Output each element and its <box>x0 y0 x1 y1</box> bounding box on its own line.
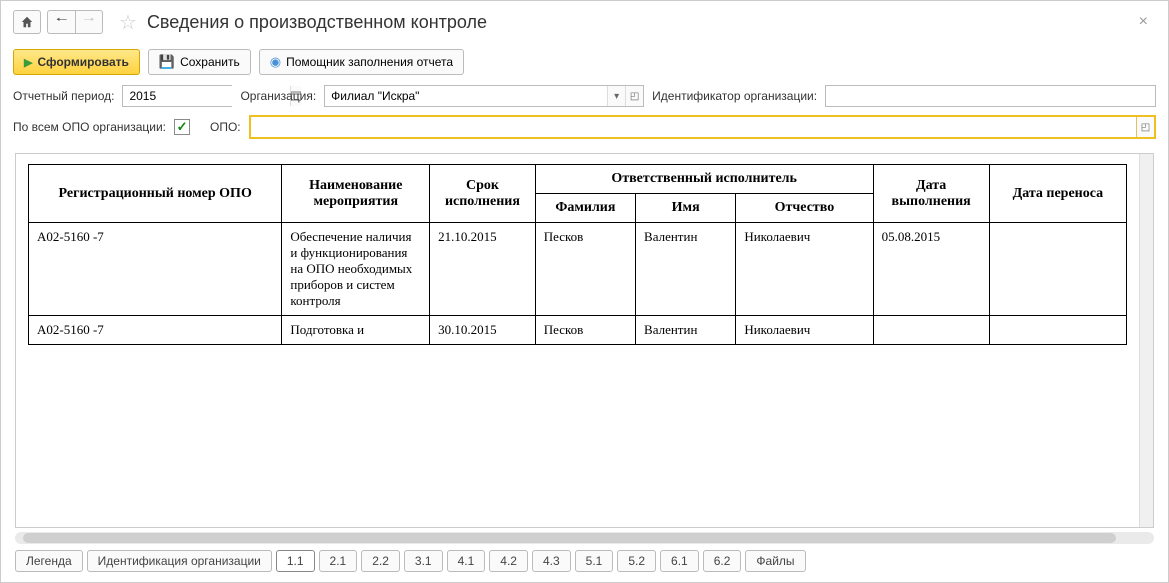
cell-complete_date <box>873 316 989 345</box>
favorite-star-icon[interactable]: ☆ <box>119 10 137 35</box>
tab-6.1[interactable]: 6.1 <box>660 550 699 572</box>
horizontal-scrollbar[interactable] <box>15 532 1154 544</box>
tab-3.1[interactable]: 3.1 <box>404 550 443 572</box>
tab-5.1[interactable]: 5.1 <box>575 550 614 572</box>
th-due: Срок исполнения <box>430 165 536 223</box>
th-event: Наименование мероприятия <box>282 165 430 223</box>
helper-button[interactable]: ◉ Помощник заполнения отчета <box>259 49 464 75</box>
org-input[interactable] <box>325 86 607 106</box>
tab-2.2[interactable]: 2.2 <box>361 550 400 572</box>
tab-легенда[interactable]: Легенда <box>15 550 83 572</box>
cell-complete_date: 05.08.2015 <box>873 223 989 316</box>
opo-label: ОПО: <box>210 120 241 134</box>
scrollbar-thumb[interactable] <box>23 533 1116 543</box>
play-icon: ▶ <box>24 56 32 69</box>
data-table: Регистрационный номер ОПО Наименование м… <box>28 164 1127 345</box>
period-input-wrap <box>122 85 232 107</box>
th-complete: Дата выполнения <box>873 165 989 223</box>
cell-event_name: Подготовка и <box>282 316 430 345</box>
org-dropdown-icon[interactable]: ▾ <box>607 86 625 106</box>
th-transfer: Дата переноса <box>989 165 1126 223</box>
th-reg-num: Регистрационный номер ОПО <box>29 165 282 223</box>
helper-label: Помощник заполнения отчета <box>286 55 453 69</box>
home-button[interactable] <box>13 10 41 34</box>
checkmark-icon: ✓ <box>177 119 188 135</box>
save-icon: 💾 <box>159 54 175 70</box>
cell-surname: Песков <box>535 223 635 316</box>
form-row-2: По всем ОПО организации: ✓ ОПО: ◰ <box>1 111 1168 143</box>
org-id-label: Идентификатор организации: <box>652 89 817 103</box>
tab-2.1[interactable]: 2.1 <box>319 550 358 572</box>
cell-event_name: Обеспечение наличия и функционирования н… <box>282 223 430 316</box>
titlebar: 🠐 🠒 ☆ Сведения о производственном контро… <box>1 1 1168 43</box>
org-open-icon[interactable]: ◰ <box>625 86 643 106</box>
save-label: Сохранить <box>180 55 240 69</box>
th-surname: Фамилия <box>535 194 635 223</box>
page-title: Сведения о производственном контроле <box>147 12 487 33</box>
org-label: Организация: <box>240 89 316 103</box>
th-responsible: Ответственный исполнитель <box>535 165 873 194</box>
table-scroll[interactable]: Регистрационный номер ОПО Наименование м… <box>16 154 1139 527</box>
cell-name: Валентин <box>636 316 736 345</box>
table-row[interactable]: А02-5160 -7Обеспечение наличия и функцио… <box>29 223 1127 316</box>
close-button[interactable]: × <box>1131 9 1156 35</box>
opo-input[interactable] <box>251 117 1136 137</box>
form-row-1: Отчетный период: Организация: ▾ ◰ Иденти… <box>1 81 1168 111</box>
tab-1.1[interactable]: 1.1 <box>276 550 315 572</box>
cell-patronymic: Николаевич <box>736 316 873 345</box>
cell-patronymic: Николаевич <box>736 223 873 316</box>
tab-4.1[interactable]: 4.1 <box>447 550 486 572</box>
table-area: Регистрационный номер ОПО Наименование м… <box>15 153 1154 528</box>
opo-input-wrap: ◰ <box>249 115 1156 139</box>
tab-файлы[interactable]: Файлы <box>745 550 805 572</box>
tab-идентификация-организации[interactable]: Идентификация организации <box>87 550 272 572</box>
helper-icon: ◉ <box>270 54 281 70</box>
tab-4.3[interactable]: 4.3 <box>532 550 571 572</box>
org-id-input[interactable] <box>826 86 1155 106</box>
org-id-input-wrap <box>825 85 1156 107</box>
th-patronymic: Отчество <box>736 194 873 223</box>
th-name: Имя <box>636 194 736 223</box>
org-input-wrap: ▾ ◰ <box>324 85 644 107</box>
nav-group: 🠐 🠒 <box>47 10 103 34</box>
cell-transfer_date <box>989 316 1126 345</box>
table-row[interactable]: А02-5160 -7Подготовка и30.10.2015ПесковВ… <box>29 316 1127 345</box>
vertical-scrollbar[interactable] <box>1139 154 1153 527</box>
cell-due_date: 21.10.2015 <box>430 223 536 316</box>
tab-4.2[interactable]: 4.2 <box>489 550 528 572</box>
all-opo-label: По всем ОПО организации: <box>13 120 166 134</box>
tab-5.2[interactable]: 5.2 <box>617 550 656 572</box>
main-window: 🠐 🠒 ☆ Сведения о производственном контро… <box>0 0 1169 583</box>
cell-surname: Песков <box>535 316 635 345</box>
period-label: Отчетный период: <box>13 89 114 103</box>
cell-name: Валентин <box>636 223 736 316</box>
cell-due_date: 30.10.2015 <box>430 316 536 345</box>
cell-reg_num: А02-5160 -7 <box>29 223 282 316</box>
tab-6.2[interactable]: 6.2 <box>703 550 742 572</box>
tabs-bar: ЛегендаИдентификация организации1.12.12.… <box>1 544 1168 582</box>
cell-transfer_date <box>989 223 1126 316</box>
generate-button[interactable]: ▶ Сформировать <box>13 49 140 75</box>
toolbar: ▶ Сформировать 💾 Сохранить ◉ Помощник за… <box>1 43 1168 81</box>
forward-button[interactable]: 🠒 <box>75 10 103 34</box>
cell-reg_num: А02-5160 -7 <box>29 316 282 345</box>
save-button[interactable]: 💾 Сохранить <box>148 49 251 75</box>
opo-open-icon[interactable]: ◰ <box>1136 117 1154 137</box>
back-button[interactable]: 🠐 <box>47 10 75 34</box>
all-opo-checkbox[interactable]: ✓ <box>174 119 190 135</box>
generate-label: Сформировать <box>37 55 128 69</box>
